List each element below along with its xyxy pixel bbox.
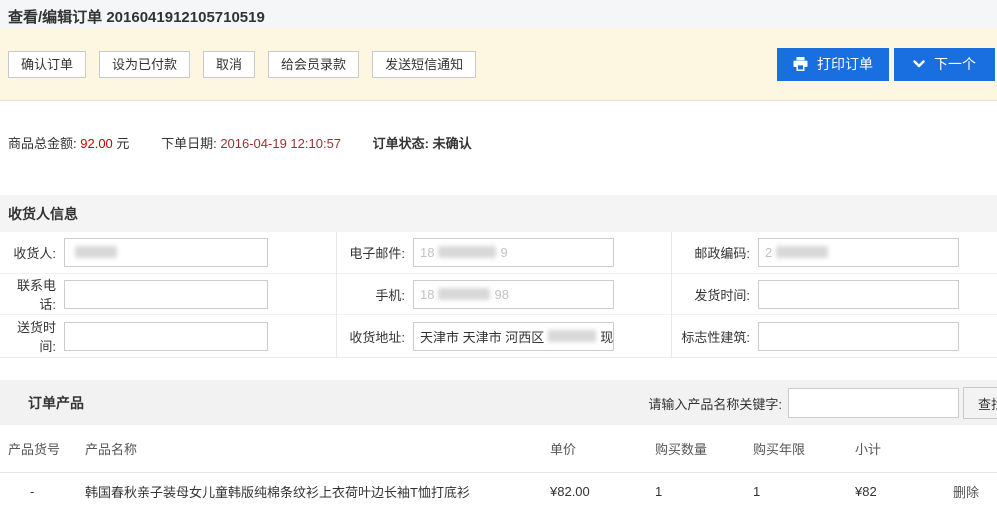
next-order-label: 下一个 xyxy=(934,54,976,74)
column-header-sku: 产品货号 xyxy=(8,439,85,458)
field-landmark: 标志性建筑: xyxy=(672,315,997,357)
email-value-prefix: 18 xyxy=(420,245,434,260)
email-input[interactable]: 18 9 xyxy=(413,238,614,267)
redacted-value xyxy=(776,246,828,258)
field-email: 电子邮件: 18 9 xyxy=(337,232,671,274)
products-section-title: 订单产品 xyxy=(28,393,84,413)
redacted-value xyxy=(438,288,490,300)
product-unit-price: ¥82.00 xyxy=(550,484,655,499)
product-quantity: 1 xyxy=(655,484,753,499)
postcode-value-prefix: 2 xyxy=(765,245,772,260)
product-subtotal: ¥82 xyxy=(855,484,953,499)
ship-time-input[interactable] xyxy=(758,280,959,309)
field-address: 收货地址: 天津市 天津市 河西区 现7 xyxy=(337,315,671,357)
order-status: 订单状态: 未确认 xyxy=(373,136,472,151)
column-header-unit-price: 单价 xyxy=(550,439,655,458)
mobile-input[interactable]: 1898 xyxy=(413,280,614,309)
product-search-label: 请输入产品名称关键字: xyxy=(648,394,782,413)
chevron-down-icon xyxy=(913,60,925,68)
send-sms-button[interactable]: 发送短信通知 xyxy=(372,51,476,78)
field-ship-time: 发货时间: xyxy=(672,274,997,316)
field-mobile: 手机: 1898 xyxy=(337,274,671,316)
redacted-value xyxy=(75,246,117,258)
email-value-suffix: 9 xyxy=(500,245,507,260)
product-search: 请输入产品名称关键字: 查找 xyxy=(648,387,997,419)
table-row: - 韩国春秋亲子装母女儿童韩版纯棉条纹衫上衣荷叶边长袖T恤打底衫 ¥82.00 … xyxy=(0,473,997,509)
title-bar: 查看/编辑订单 2016041912105710519 xyxy=(0,0,997,28)
product-years: 1 xyxy=(753,484,855,499)
total-amount: 商品总金额: 92.00 元 xyxy=(8,136,129,151)
consignee-form: 收货人: 联系电话: 送货时间: 电子邮件: 189 手机: 1898 收货地址… xyxy=(0,232,997,358)
print-order-label: 打印订单 xyxy=(817,54,873,74)
landmark-field-label: 标志性建筑: xyxy=(678,327,750,346)
field-delivery-time: 送货时间: xyxy=(0,315,336,357)
mobile-value-suffix: 98 xyxy=(494,287,508,302)
postcode-field-label: 邮政编码: xyxy=(678,243,750,262)
redacted-value xyxy=(548,330,596,342)
field-consignee: 收货人: xyxy=(0,232,336,274)
delivery-time-input[interactable] xyxy=(64,322,268,351)
product-search-button[interactable]: 查找 xyxy=(963,387,997,419)
consignee-section-title: 收货人信息 xyxy=(8,204,78,224)
column-header-years: 购买年限 xyxy=(753,439,855,458)
column-header-subtotal: 小计 xyxy=(855,439,953,458)
printer-icon xyxy=(793,57,808,71)
set-paid-button[interactable]: 设为已付款 xyxy=(99,51,190,78)
products-table-header: 产品货号 产品名称 单价 购买数量 购买年限 小计 xyxy=(0,425,997,473)
form-column-2: 电子邮件: 189 手机: 1898 收货地址: 天津市 天津市 河西区现7 xyxy=(337,232,672,357)
phone-field-label: 联系电话: xyxy=(6,275,56,313)
column-header-quantity: 购买数量 xyxy=(655,439,753,458)
address-field-label: 收货地址: xyxy=(343,327,405,346)
form-column-1: 收货人: 联系电话: 送货时间: xyxy=(0,232,337,357)
product-sku: - xyxy=(8,484,85,499)
address-value-suffix: 现7 xyxy=(600,327,614,346)
form-column-3: 邮政编码: 2 发货时间: 标志性建筑: xyxy=(672,232,997,357)
mobile-value-prefix: 18 xyxy=(420,287,434,302)
order-status-label: 订单状态: xyxy=(373,136,429,151)
page-title: 查看/编辑订单 2016041912105710519 xyxy=(8,6,989,27)
toolbar: 确认订单 设为已付款 取消 给会员录款 发送短信通知 打印订单 下一个 xyxy=(0,28,997,101)
section-gap xyxy=(0,358,997,380)
cancel-button[interactable]: 取消 xyxy=(203,51,255,78)
order-date-value: 2016-04-19 12:10:57 xyxy=(220,136,341,151)
order-date: 下单日期: 2016-04-19 12:10:57 xyxy=(161,136,341,151)
product-search-input[interactable] xyxy=(788,388,959,418)
address-value-prefix: 天津市 天津市 河西区 xyxy=(420,327,544,346)
mobile-field-label: 手机: xyxy=(343,285,405,304)
order-summary: 商品总金额: 92.00 元 下单日期: 2016-04-19 12:10:57… xyxy=(0,101,997,195)
redacted-value xyxy=(438,246,496,258)
total-amount-value: 92.00 xyxy=(80,136,113,151)
toolbar-right: 打印订单 下一个 xyxy=(777,48,995,81)
consignee-input[interactable] xyxy=(64,238,268,267)
email-field-label: 电子邮件: xyxy=(343,243,405,262)
address-input[interactable]: 天津市 天津市 河西区 现7 xyxy=(413,322,614,351)
order-date-label: 下单日期: xyxy=(161,136,217,151)
ship-time-field-label: 发货时间: xyxy=(678,285,750,304)
delivery-time-field-label: 送货时间: xyxy=(6,317,56,355)
record-member-payment-button[interactable]: 给会员录款 xyxy=(268,51,359,78)
order-status-value: 未确认 xyxy=(433,136,472,151)
next-order-button[interactable]: 下一个 xyxy=(894,48,995,81)
products-section-header: 订单产品 请输入产品名称关键字: 查找 xyxy=(0,380,997,425)
consignee-field-label: 收货人: xyxy=(6,243,56,262)
product-name: 韩国春秋亲子装母女儿童韩版纯棉条纹衫上衣荷叶边长袖T恤打底衫 xyxy=(85,482,550,501)
confirm-order-button[interactable]: 确认订单 xyxy=(8,51,86,78)
phone-input[interactable] xyxy=(64,280,268,309)
total-amount-unit: 元 xyxy=(116,136,129,151)
toolbar-left: 确认订单 设为已付款 取消 给会员录款 发送短信通知 xyxy=(8,51,476,78)
consignee-section-header: 收货人信息 xyxy=(0,195,997,232)
print-order-button[interactable]: 打印订单 xyxy=(777,48,889,81)
field-phone: 联系电话: xyxy=(0,274,336,316)
landmark-input[interactable] xyxy=(758,322,959,351)
total-amount-label: 商品总金额: xyxy=(8,136,77,151)
column-header-name: 产品名称 xyxy=(85,439,550,458)
field-postcode: 邮政编码: 2 xyxy=(672,232,997,274)
postcode-input[interactable]: 2 xyxy=(758,238,959,267)
delete-product-link[interactable]: 删除 xyxy=(953,485,979,500)
